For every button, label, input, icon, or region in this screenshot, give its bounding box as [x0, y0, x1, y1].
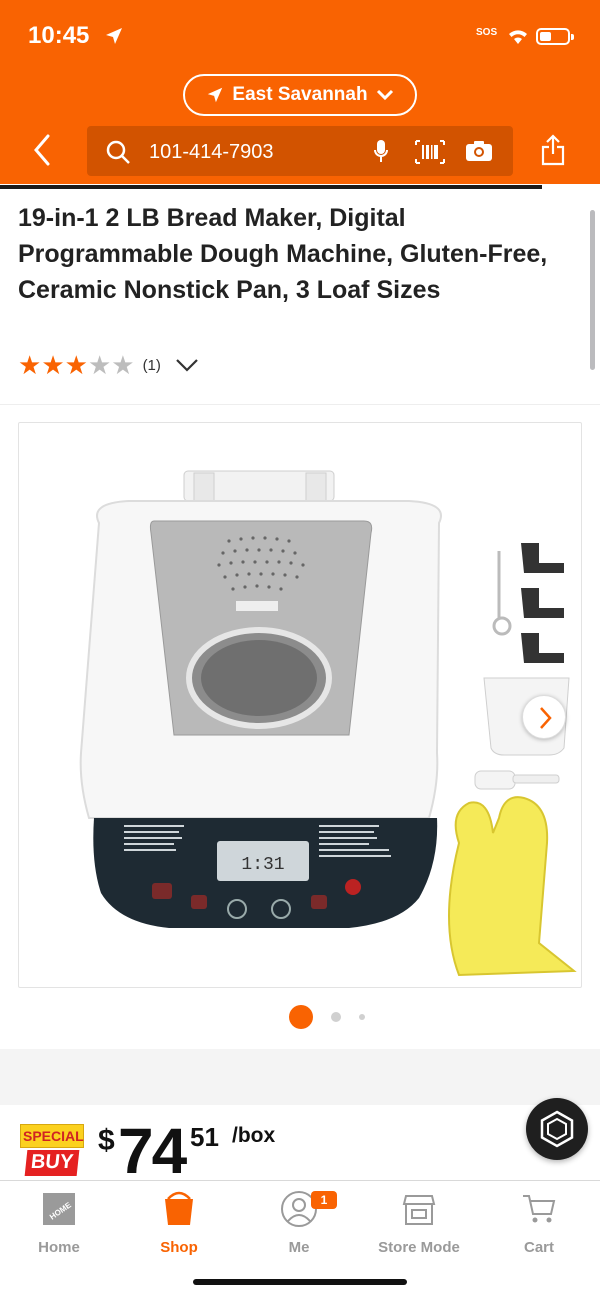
star-empty-icon: ★	[87, 350, 112, 380]
back-chevron-icon[interactable]	[30, 130, 54, 170]
status-bar: 10:45 SOS	[0, 18, 600, 58]
buy-badge-label: BUY	[24, 1150, 80, 1176]
barcode-scan-icon[interactable]	[414, 139, 446, 165]
price-dollars: 74	[118, 1115, 187, 1187]
tab-me[interactable]: 1 Me	[249, 1189, 349, 1256]
status-time: 10:45	[28, 22, 90, 49]
hexagon-assistant-icon	[540, 1110, 574, 1148]
storefront-icon	[402, 1195, 436, 1225]
price-unit: /box	[232, 1124, 276, 1147]
location-arrow-icon	[208, 87, 223, 103]
special-buy-badge: SPECIAL BUY	[20, 1124, 84, 1176]
special-badge-label: SPECIAL	[20, 1124, 84, 1148]
scroll-indicator	[590, 210, 595, 370]
carousel-dot[interactable]	[331, 1012, 341, 1022]
wifi-icon	[509, 30, 527, 44]
carousel-dot[interactable]	[359, 1014, 365, 1020]
chevron-down-icon	[376, 89, 393, 101]
search-query: 101-414-7903	[149, 141, 274, 163]
sos-indicator: SOS	[476, 27, 498, 38]
star-filled-icon: ★	[41, 350, 65, 380]
cart-icon	[523, 1195, 556, 1223]
carousel-dot-active[interactable]	[289, 1005, 313, 1029]
price-currency: $	[98, 1124, 115, 1157]
camera-icon[interactable]	[465, 140, 493, 162]
tab-label: Cart	[523, 1239, 554, 1256]
review-count: (1)	[142, 356, 161, 374]
battery-icon	[536, 28, 574, 45]
svg-text:1:31: 1:31	[241, 855, 284, 875]
shopping-bucket-icon	[165, 1191, 193, 1225]
location-arrow-icon	[106, 28, 122, 44]
star-filled-icon: ★	[64, 350, 88, 380]
carousel-pagination	[289, 1005, 365, 1029]
share-icon[interactable]	[540, 134, 566, 166]
product-image[interactable]: 1:31	[18, 422, 582, 988]
home-indicator	[193, 1279, 407, 1285]
microphone-icon[interactable]	[373, 138, 389, 166]
assistant-button[interactable]	[526, 1098, 588, 1160]
notification-badge: 1	[311, 1191, 337, 1209]
search-bar[interactable]: 101-414-7903	[87, 126, 513, 176]
product-title: 19-in-1 2 LB Bread Maker, Digital Progra…	[18, 204, 548, 304]
tab-store-mode[interactable]: Store Mode	[369, 1189, 469, 1256]
price-cents: 51	[190, 1122, 219, 1152]
tab-cart[interactable]: Cart	[489, 1189, 589, 1256]
star-empty-icon: ★	[111, 350, 135, 380]
home-depot-logo-icon: HOME	[43, 1193, 75, 1225]
star-filled-icon: ★	[18, 350, 42, 380]
section-divider	[0, 1049, 600, 1105]
tab-shop[interactable]: Shop	[129, 1189, 229, 1256]
app-header: 10:45 SOS East Savannah 101-414-7903	[0, 0, 600, 184]
tab-label: Me	[288, 1239, 310, 1256]
search-icon	[106, 140, 130, 164]
tab-label: Shop	[160, 1239, 198, 1256]
page-load-progress	[0, 185, 542, 189]
chevron-down-icon[interactable]	[175, 358, 199, 372]
product-rating[interactable]: ★ ★ ★ ★ ★ (1)	[18, 352, 199, 378]
tab-label: Store Mode	[378, 1239, 460, 1256]
tab-home[interactable]: HOME Home	[9, 1189, 109, 1256]
tab-label: Home	[38, 1239, 80, 1256]
store-name: East Savannah	[232, 84, 368, 105]
carousel-next-button[interactable]	[522, 695, 566, 739]
chevron-right-icon	[540, 707, 552, 729]
price-section	[0, 1105, 600, 1180]
bread-maker-illustration: 1:31	[79, 470, 577, 977]
store-selector[interactable]: East Savannah	[183, 74, 417, 116]
